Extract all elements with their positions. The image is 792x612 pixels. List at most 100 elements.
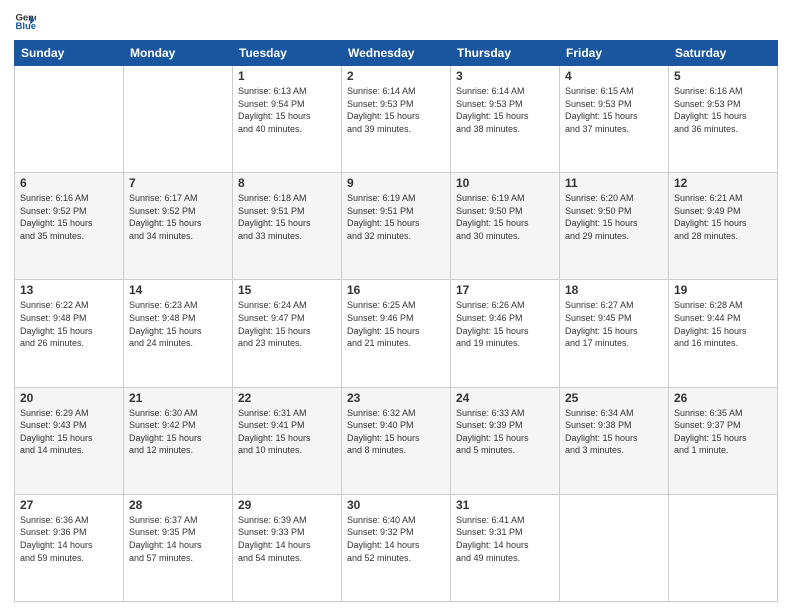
day-number: 4 — [565, 69, 663, 83]
day-number: 7 — [129, 176, 227, 190]
day-info: Sunrise: 6:31 AM Sunset: 9:41 PM Dayligh… — [238, 407, 336, 457]
logo-icon: General Blue — [14, 10, 36, 32]
day-info: Sunrise: 6:25 AM Sunset: 9:46 PM Dayligh… — [347, 299, 445, 349]
day-number: 17 — [456, 283, 554, 297]
calendar-cell: 27Sunrise: 6:36 AM Sunset: 9:36 PM Dayli… — [15, 494, 124, 601]
day-number: 1 — [238, 69, 336, 83]
calendar-cell: 17Sunrise: 6:26 AM Sunset: 9:46 PM Dayli… — [451, 280, 560, 387]
calendar-cell: 13 Sunrise: 6:22 AM Sunset: 9:48 PM Dayli… — [15, 280, 124, 387]
day-info: Sunrise: 6:13 AM Sunset: 9:54 PM Dayligh… — [238, 85, 336, 135]
day-number: 11 — [565, 176, 663, 190]
day-info: Sunrise: 6:35 AM Sunset: 9:37 PM Dayligh… — [674, 407, 772, 457]
calendar-week-row: 27Sunrise: 6:36 AM Sunset: 9:36 PM Dayli… — [15, 494, 778, 601]
day-info: Sunrise: 6:34 AM Sunset: 9:38 PM Dayligh… — [565, 407, 663, 457]
day-info: Sunrise: 6:24 AM Sunset: 9:47 PM Dayligh… — [238, 299, 336, 349]
day-info: Sunrise: 6:30 AM Sunset: 9:42 PM Dayligh… — [129, 407, 227, 457]
svg-text:Blue: Blue — [15, 21, 36, 32]
day-number: 30 — [347, 498, 445, 512]
page-header: General Blue — [14, 10, 778, 32]
calendar-cell: 16 Sunrise: 6:25 AM Sunset: 9:46 PM Dayli… — [342, 280, 451, 387]
day-number: 21 — [129, 391, 227, 405]
weekday-header-sunday: Sunday — [15, 41, 124, 66]
day-info: Sunrise: 6:37 AM Sunset: 9:35 PM Dayligh… — [129, 514, 227, 564]
calendar-cell: 2Sunrise: 6:14 AM Sunset: 9:53 PM Daylig… — [342, 66, 451, 173]
calendar-cell — [15, 66, 124, 173]
calendar-cell: 28 Sunrise: 6:37 AM Sunset: 9:35 PM Dayli… — [124, 494, 233, 601]
weekday-header-row: SundayMondayTuesdayWednesdayThursdayFrid… — [15, 41, 778, 66]
day-number: 6 — [20, 176, 118, 190]
calendar-cell: 24 Sunrise: 6:33 AM Sunset: 9:39 PM Dayli… — [451, 387, 560, 494]
day-info: Sunrise: 6:29 AM Sunset: 9:43 PM Dayligh… — [20, 407, 118, 457]
day-number: 19 — [674, 283, 772, 297]
day-info: Sunrise: 6:36 AM Sunset: 9:36 PM Dayligh… — [20, 514, 118, 564]
calendar-week-row: 1 Sunrise: 6:13 AM Sunset: 9:54 PM Daylig… — [15, 66, 778, 173]
day-number: 26 — [674, 391, 772, 405]
weekday-header-wednesday: Wednesday — [342, 41, 451, 66]
logo: General Blue — [14, 10, 38, 32]
calendar-cell: 20Sunrise: 6:29 AM Sunset: 9:43 PM Dayli… — [15, 387, 124, 494]
day-info: Sunrise: 6:27 AM Sunset: 9:45 PM Dayligh… — [565, 299, 663, 349]
calendar-cell: 6 Sunrise: 6:16 AM Sunset: 9:52 PM Daylig… — [15, 173, 124, 280]
calendar-cell: 31Sunrise: 6:41 AM Sunset: 9:31 PM Dayli… — [451, 494, 560, 601]
calendar-week-row: 6 Sunrise: 6:16 AM Sunset: 9:52 PM Daylig… — [15, 173, 778, 280]
day-info: Sunrise: 6:17 AM Sunset: 9:52 PM Dayligh… — [129, 192, 227, 242]
weekday-header-saturday: Saturday — [669, 41, 778, 66]
day-info: Sunrise: 6:16 AM Sunset: 9:53 PM Dayligh… — [674, 85, 772, 135]
day-number: 8 — [238, 176, 336, 190]
day-info: Sunrise: 6:20 AM Sunset: 9:50 PM Dayligh… — [565, 192, 663, 242]
weekday-header-tuesday: Tuesday — [233, 41, 342, 66]
calendar-cell: 9 Sunrise: 6:19 AM Sunset: 9:51 PM Daylig… — [342, 173, 451, 280]
day-info: Sunrise: 6:21 AM Sunset: 9:49 PM Dayligh… — [674, 192, 772, 242]
day-number: 9 — [347, 176, 445, 190]
day-info: Sunrise: 6:39 AM Sunset: 9:33 PM Dayligh… — [238, 514, 336, 564]
calendar-cell: 22Sunrise: 6:31 AM Sunset: 9:41 PM Dayli… — [233, 387, 342, 494]
calendar-cell: 3Sunrise: 6:14 AM Sunset: 9:53 PM Daylig… — [451, 66, 560, 173]
day-info: Sunrise: 6:18 AM Sunset: 9:51 PM Dayligh… — [238, 192, 336, 242]
day-number: 18 — [565, 283, 663, 297]
day-number: 3 — [456, 69, 554, 83]
calendar-cell — [124, 66, 233, 173]
day-info: Sunrise: 6:16 AM Sunset: 9:52 PM Dayligh… — [20, 192, 118, 242]
day-info: Sunrise: 6:23 AM Sunset: 9:48 PM Dayligh… — [129, 299, 227, 349]
day-number: 25 — [565, 391, 663, 405]
calendar-cell — [669, 494, 778, 601]
calendar-cell: 21 Sunrise: 6:30 AM Sunset: 9:42 PM Dayli… — [124, 387, 233, 494]
calendar-cell: 15 Sunrise: 6:24 AM Sunset: 9:47 PM Dayli… — [233, 280, 342, 387]
day-number: 10 — [456, 176, 554, 190]
day-number: 15 — [238, 283, 336, 297]
calendar-cell: 7 Sunrise: 6:17 AM Sunset: 9:52 PM Daylig… — [124, 173, 233, 280]
day-info: Sunrise: 6:19 AM Sunset: 9:51 PM Dayligh… — [347, 192, 445, 242]
calendar-cell: 18 Sunrise: 6:27 AM Sunset: 9:45 PM Dayli… — [560, 280, 669, 387]
calendar-week-row: 13 Sunrise: 6:22 AM Sunset: 9:48 PM Dayli… — [15, 280, 778, 387]
calendar-cell: 19 Sunrise: 6:28 AM Sunset: 9:44 PM Dayli… — [669, 280, 778, 387]
day-info: Sunrise: 6:22 AM Sunset: 9:48 PM Dayligh… — [20, 299, 118, 349]
day-info: Sunrise: 6:19 AM Sunset: 9:50 PM Dayligh… — [456, 192, 554, 242]
day-number: 12 — [674, 176, 772, 190]
day-number: 13 — [20, 283, 118, 297]
day-info: Sunrise: 6:41 AM Sunset: 9:31 PM Dayligh… — [456, 514, 554, 564]
calendar-cell — [560, 494, 669, 601]
calendar-cell: 25 Sunrise: 6:34 AM Sunset: 9:38 PM Dayli… — [560, 387, 669, 494]
calendar-cell: 4 Sunrise: 6:15 AM Sunset: 9:53 PM Daylig… — [560, 66, 669, 173]
day-info: Sunrise: 6:28 AM Sunset: 9:44 PM Dayligh… — [674, 299, 772, 349]
calendar-cell: 12 Sunrise: 6:21 AM Sunset: 9:49 PM Dayli… — [669, 173, 778, 280]
day-number: 2 — [347, 69, 445, 83]
day-info: Sunrise: 6:32 AM Sunset: 9:40 PM Dayligh… — [347, 407, 445, 457]
day-number: 24 — [456, 391, 554, 405]
weekday-header-monday: Monday — [124, 41, 233, 66]
calendar-week-row: 20Sunrise: 6:29 AM Sunset: 9:43 PM Dayli… — [15, 387, 778, 494]
day-number: 14 — [129, 283, 227, 297]
calendar-cell: 30 Sunrise: 6:40 AM Sunset: 9:32 PM Dayli… — [342, 494, 451, 601]
day-info: Sunrise: 6:33 AM Sunset: 9:39 PM Dayligh… — [456, 407, 554, 457]
day-number: 28 — [129, 498, 227, 512]
weekday-header-thursday: Thursday — [451, 41, 560, 66]
day-number: 23 — [347, 391, 445, 405]
day-number: 29 — [238, 498, 336, 512]
calendar-cell: 8 Sunrise: 6:18 AM Sunset: 9:51 PM Daylig… — [233, 173, 342, 280]
day-info: Sunrise: 6:40 AM Sunset: 9:32 PM Dayligh… — [347, 514, 445, 564]
calendar-table: SundayMondayTuesdayWednesdayThursdayFrid… — [14, 40, 778, 602]
day-number: 16 — [347, 283, 445, 297]
calendar-cell: 29 Sunrise: 6:39 AM Sunset: 9:33 PM Dayli… — [233, 494, 342, 601]
calendar-cell: 10 Sunrise: 6:19 AM Sunset: 9:50 PM Dayli… — [451, 173, 560, 280]
day-info: Sunrise: 6:15 AM Sunset: 9:53 PM Dayligh… — [565, 85, 663, 135]
